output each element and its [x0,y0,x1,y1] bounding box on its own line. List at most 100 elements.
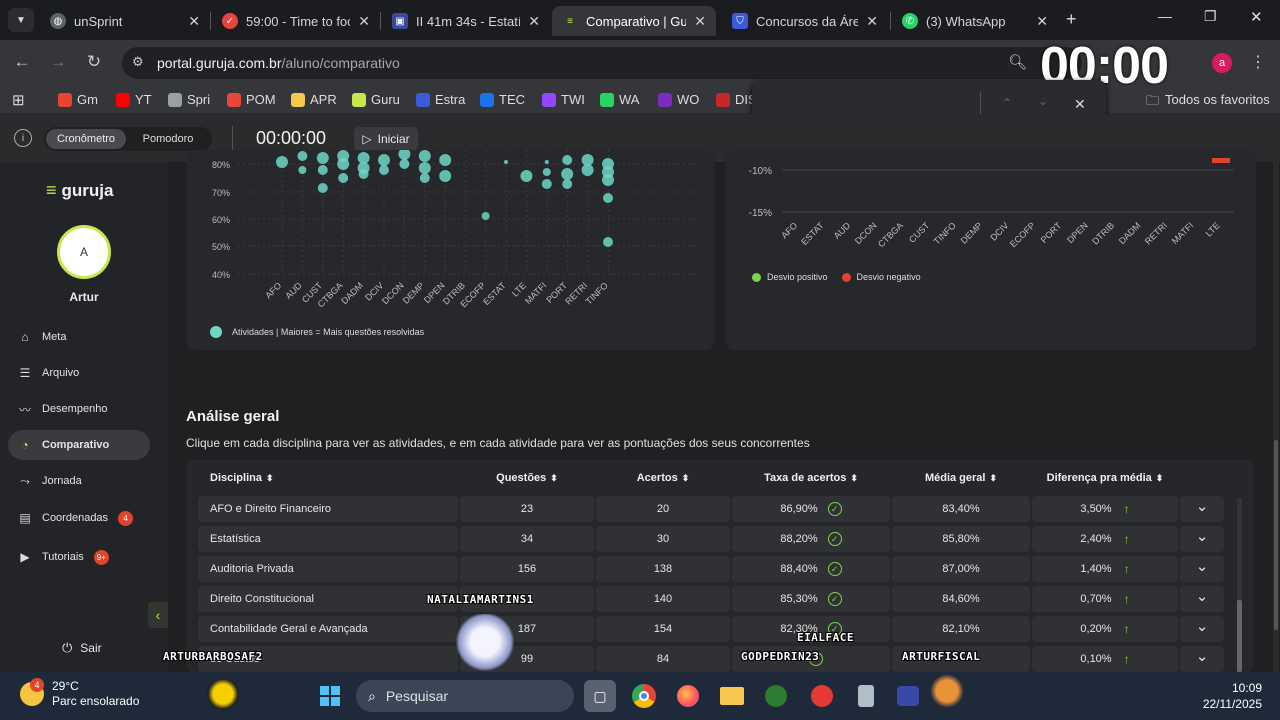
sidebar-item-coordenadas[interactable]: ▤ Coordenadas 4 [8,503,150,533]
bookmark-twi[interactable]: TWI [542,92,585,107]
activity-bubble[interactable] [439,170,452,182]
activity-bubble[interactable] [276,156,288,168]
bookmark-dis[interactable]: DIS [716,92,757,107]
activity-bubble[interactable] [379,165,389,175]
expand-row-button[interactable]: ⌄ [1180,556,1224,582]
activity-bubble[interactable] [418,150,431,162]
deviation-bar[interactable] [1212,158,1230,163]
site-info-icon[interactable]: ⚙ [132,54,144,70]
expand-row-button[interactable]: ⌄ [1180,526,1224,552]
sidebar-item-meta[interactable]: ⌂ Meta [8,322,150,352]
weather-widget[interactable]: 4 29°C Parc ensolarado [20,678,139,709]
apps-icon[interactable]: ⊞ [12,91,25,109]
browser-tab[interactable]: ◍ unSprint ✕ [40,6,210,36]
bookmark-estra[interactable]: Estra [416,92,465,107]
bookmark-spri[interactable]: Spri [168,92,210,107]
activity-bubble[interactable] [602,174,614,186]
app-icon[interactable] [806,680,838,712]
sidebar-item-tutoriais[interactable]: ▶ Tutoriais 9+ [8,542,150,572]
sidebar-item-desempenho[interactable]: 〰 Desempenho [8,394,150,424]
firefox-icon[interactable] [672,680,704,712]
browser-tab[interactable]: ✆ (3) WhatsApp ✕ [892,6,1058,36]
activity-bubble[interactable] [562,179,573,189]
bookmark-gm[interactable]: Gm [58,92,98,107]
profile-avatar[interactable]: a [1212,53,1232,73]
browser-tab[interactable]: ▣ II 41m 34s - Estatís ✕ [382,6,550,36]
column-header[interactable]: Diferença pra média ⬍ [1032,472,1178,484]
column-header[interactable]: Taxa de acertos ⬍ [732,472,890,484]
activity-bubble[interactable] [338,173,349,183]
forward-icon[interactable]: → [44,52,72,72]
browser-tab[interactable]: ⛉ Concursos da Área ✕ [722,6,888,36]
close-tab-icon[interactable]: ✕ [866,13,878,30]
browser-tab[interactable]: ✓ 59:00 - Time to foc ✕ [212,6,380,36]
activity-bubble[interactable] [581,164,594,176]
tab-search-button[interactable]: ▼ [8,8,34,32]
task-view-icon[interactable]: ▢ [584,680,616,712]
address-bar[interactable]: ⚙ portal.guruja.com.br/aluno/comparativo… [122,47,1082,79]
activity-bubble[interactable] [398,150,411,160]
find-previous-icon[interactable]: ⌃ [1002,96,1012,110]
close-window-button[interactable]: ✕ [1250,8,1263,26]
expand-row-button[interactable]: ⌄ [1180,616,1224,642]
minimize-button[interactable]: — [1158,8,1172,24]
table-row[interactable]: Direito Constitucional 140 85,30% ✓ 84,60% 0,… [198,586,1224,612]
activity-bubble[interactable] [544,160,549,164]
tab-pomodoro[interactable]: Pomodoro [128,129,208,149]
activity-bubble[interactable] [298,166,307,174]
new-tab-button[interactable]: + [1066,9,1077,30]
taskbar-search[interactable]: ⌕ Pesquisar [356,680,574,712]
expand-row-button[interactable]: ⌄ [1180,646,1224,672]
activity-bubble[interactable] [562,155,573,165]
browser-tab-active[interactable]: ≡ Comparativo | Guruj ✕ [552,6,716,36]
close-tab-icon[interactable]: ✕ [694,13,706,30]
column-header[interactable]: Questões ⬍ [460,472,594,484]
info-icon[interactable]: i [14,129,32,147]
windows-start-icon[interactable] [314,680,346,712]
back-icon[interactable]: ← [8,52,36,72]
activity-bubble[interactable] [481,212,490,220]
activity-bubble[interactable] [378,154,390,166]
logout-button[interactable]: ⏻ Sair [62,640,102,656]
table-scrollbar[interactable] [1237,498,1242,672]
expand-row-button[interactable]: ⌄ [1180,496,1224,522]
bookmark-tec[interactable]: TEC [480,92,525,107]
page-scrollbar[interactable] [1273,158,1279,672]
activity-bubble[interactable] [337,158,350,170]
zoom-icon[interactable]: 🔍︎ [1008,53,1027,71]
close-find-icon[interactable]: ✕ [1074,96,1086,113]
all-favorites[interactable]: 🗀 Todos os favoritos [1146,92,1270,114]
menu-icon[interactable]: ⋮ [1250,52,1266,72]
activity-bubble[interactable] [561,168,574,180]
chrome-icon[interactable] [628,680,660,712]
bookmark-yt[interactable]: YT [116,92,152,107]
sidebar-item-comparativo[interactable]: ◔ Comparativo [8,430,150,460]
activity-bubble[interactable] [358,169,369,179]
activity-bubble[interactable] [399,159,410,169]
activity-bubble[interactable] [504,160,508,164]
table-row[interactable]: Auditoria Privada 156 138 88,40% ✓ 87,00% 1,40… [198,556,1224,582]
column-header[interactable]: Disciplina ⬍ [210,472,274,484]
app-icon[interactable] [760,680,792,712]
guruja-logo[interactable]: ≡ guruja [46,180,113,201]
sidebar-item-arquivo[interactable]: ☰ Arquivo [8,358,150,388]
activity-bubble[interactable] [419,173,430,183]
sidebar-item-jornada[interactable]: ⤳ Jornada [8,466,150,496]
column-header[interactable]: Média geral ⬍ [892,472,1030,484]
close-tab-icon[interactable]: ✕ [358,13,370,30]
tab-cronometro[interactable]: Cronômetro [46,129,126,149]
activity-bubble[interactable] [542,168,551,176]
find-next-icon[interactable]: ⌄ [1038,94,1048,108]
activity-bubble[interactable] [541,179,552,189]
bookmark-wo[interactable]: WO [658,92,699,107]
bookmark-wa[interactable]: WA [600,92,639,107]
system-clock[interactable]: 10:09 22/11/2025 [1180,680,1262,712]
table-row[interactable]: AFO e Direito Financeiro 23 20 86,90% ✓ 83,40… [198,496,1224,522]
bookmark-pom[interactable]: POM [227,92,276,107]
file-explorer-icon[interactable] [716,680,748,712]
avatar[interactable]: A [57,225,111,279]
table-row[interactable]: Estatística 34 30 88,20% ✓ 85,80% 2,40% ↑ ⌄ [198,526,1224,552]
app-icon[interactable] [892,680,924,712]
start-timer-button[interactable]: ▷ Iniciar [354,127,418,151]
activity-bubble[interactable] [418,162,431,174]
